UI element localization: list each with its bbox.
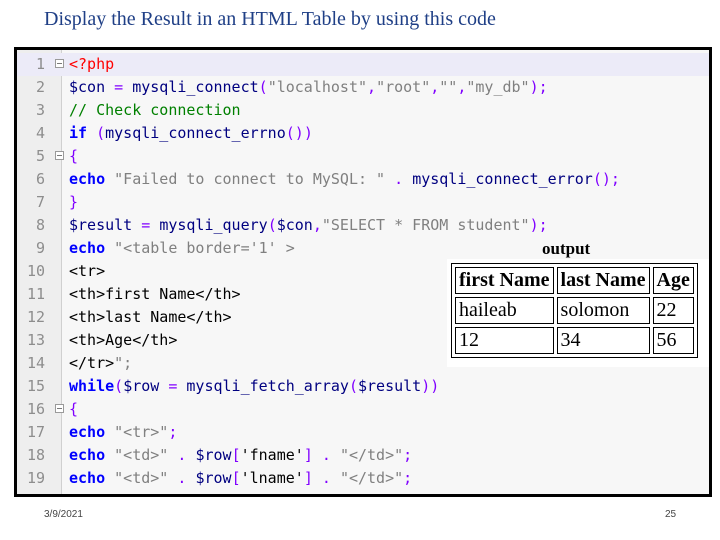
table-cell: 12 [455,327,554,354]
fold-toggle-icon[interactable] [55,151,64,160]
code-line: 16 { [17,398,709,421]
line-number: 2 [35,78,45,96]
line-number: 5 [35,147,45,165]
code-line: 8 $result = mysqli_query($con,"SELECT * F… [17,214,709,237]
code-line: 4 if (mysqli_connect_errno()) [17,122,709,145]
line-number: 1 [35,55,45,73]
table-cell: solomon [556,297,650,324]
table-cell: 22 [652,297,694,324]
code-text: if (mysqli_connect_errno()) [69,124,313,142]
line-number: 7 [35,193,45,211]
table-row: haileab solomon 22 [455,297,694,324]
code-text: <th>first Name</th> [69,285,241,303]
slide-date: 3/9/2021 [44,509,83,520]
slide-title: Display the Result in an HTML Table by u… [44,8,496,30]
output-panel: first Name last Name Age haileab solomon… [447,259,709,367]
header-age: Age [652,267,694,294]
fold-toggle-icon[interactable] [55,404,64,413]
code-line: 5{ [17,145,709,168]
table-row: 12 34 56 [455,327,694,354]
code-text: $result = mysqli_query($con,"SELECT * FR… [69,216,548,234]
table-cell: haileab [455,297,554,324]
header-first-name: first Name [455,267,554,294]
code-text: $con = mysqli_connect("localhost","root"… [69,78,548,96]
line-number: 16 [26,400,45,418]
code-line: 6 echo "Failed to connect to MySQL: " . m… [17,168,709,191]
code-text: } [69,193,79,211]
code-text: // Check connection [69,101,241,119]
code-text: <th>last Name</th> [69,308,232,326]
output-table: first Name last Name Age haileab solomon… [451,263,698,358]
code-text: echo "<tr>"; [69,423,178,441]
line-number: 4 [35,124,45,142]
code-line: 9 echo "<table border='1' > [17,237,709,260]
line-number: 14 [26,354,45,372]
line-number: 12 [26,308,45,326]
slide-page-number: 25 [665,509,677,520]
header-last-name: last Name [556,267,650,294]
code-text: echo "<td>" . $row['fname'] . "</td>"; [69,446,413,464]
line-number: 10 [26,262,45,280]
code-text: <th>Age</th> [69,331,178,349]
code-text: </tr>"; [69,354,133,372]
line-number: 15 [26,377,45,395]
code-text: { [69,147,79,165]
line-number: 18 [26,446,45,464]
fold-toggle-icon[interactable] [55,59,64,68]
line-number: 9 [35,239,45,257]
code-text: while($row = mysqli_fetch_array($result)… [69,377,440,395]
line-number: 8 [35,216,45,234]
code-line: 2 $con = mysqli_connect("localhost","root… [17,76,709,99]
code-text: { [69,400,79,418]
code-line: 18 echo "<td>" . $row['fname'] . "</td>"; [17,444,709,467]
line-number: 19 [26,469,45,487]
output-header-row: first Name last Name Age [455,267,694,294]
line-number: 3 [35,101,45,119]
code-line: 17 echo "<tr>"; [17,421,709,444]
code-line: 7} [17,191,709,214]
code-text: echo "<table border='1' > [69,239,295,257]
code-text: <?php [69,55,115,73]
code-line: 1 <?php [17,53,709,76]
table-cell: 34 [556,327,650,354]
code-text: <tr> [69,262,106,280]
line-number: 17 [26,423,45,441]
code-text: echo "<td>" . $row['lname'] . "</td>"; [69,469,413,487]
code-text: echo "Failed to connect to MySQL: " . my… [69,170,620,188]
table-cell: 56 [652,327,694,354]
line-number: 11 [26,285,45,303]
code-line: 15 while($row = mysqli_fetch_array($resul… [17,375,709,398]
line-number: 6 [35,170,45,188]
code-line: 3 // Check connection [17,99,709,122]
line-number: 13 [26,331,45,349]
code-line: 19 echo "<td>" . $row['lname'] . "</td>"; [17,467,709,490]
output-label: output [542,239,591,258]
